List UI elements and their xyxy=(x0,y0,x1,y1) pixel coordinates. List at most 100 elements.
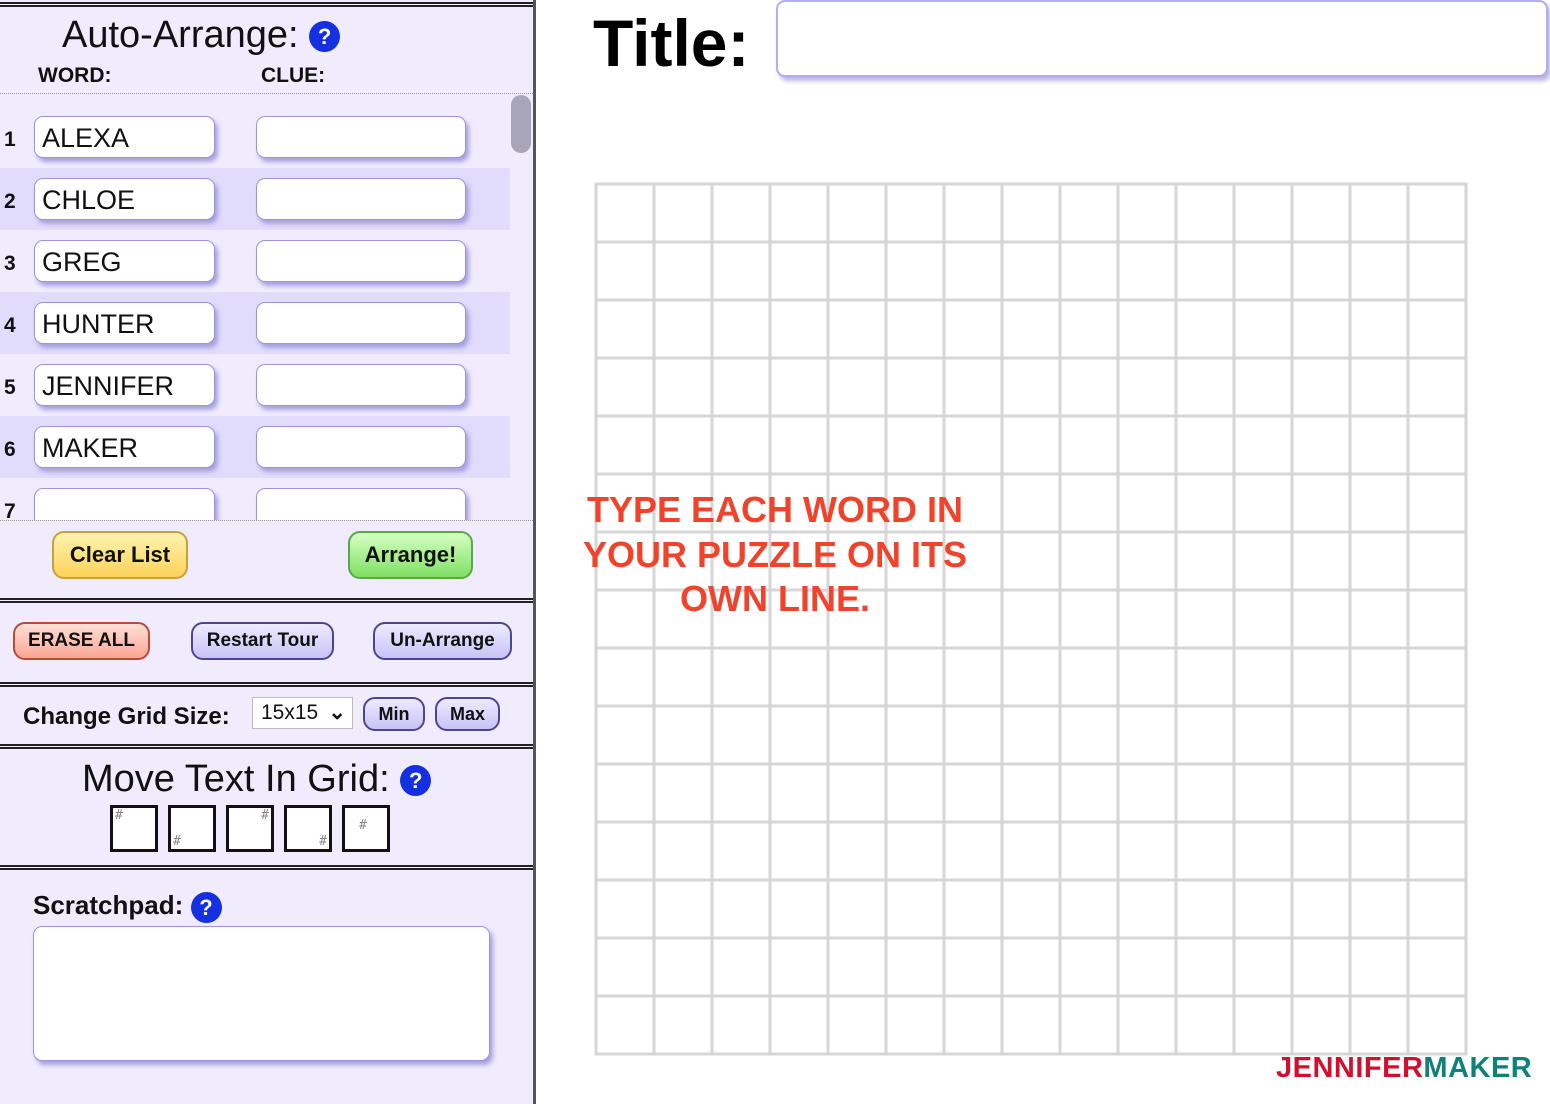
grid-cell[interactable] xyxy=(942,704,1004,766)
grid-cell[interactable] xyxy=(1000,704,1062,766)
grid-cell[interactable] xyxy=(1058,588,1120,650)
grid-cell[interactable] xyxy=(1232,182,1294,244)
grid-cell[interactable] xyxy=(1058,182,1120,244)
grid-cell[interactable] xyxy=(1000,820,1062,882)
grid-cell[interactable] xyxy=(1116,820,1178,882)
grid-cell[interactable] xyxy=(594,298,656,360)
grid-cell[interactable] xyxy=(594,936,656,998)
grid-cell[interactable] xyxy=(1232,530,1294,592)
grid-cell[interactable] xyxy=(1232,356,1294,418)
grid-cell[interactable] xyxy=(826,182,888,244)
grid-cell[interactable] xyxy=(1348,356,1410,418)
grid-cell[interactable] xyxy=(826,646,888,708)
grid-cell[interactable] xyxy=(1116,414,1178,476)
grid-cell[interactable] xyxy=(1406,936,1468,998)
grid-cell[interactable] xyxy=(710,414,772,476)
grid-cell[interactable] xyxy=(1232,936,1294,998)
grid-cell[interactable] xyxy=(826,356,888,418)
grid-cell[interactable] xyxy=(884,704,946,766)
grid-cell[interactable] xyxy=(652,298,714,360)
grid-cell[interactable] xyxy=(710,298,772,360)
clue-input[interactable] xyxy=(256,364,466,406)
grid-cell[interactable] xyxy=(826,762,888,824)
grid-cell[interactable] xyxy=(1058,762,1120,824)
word-input[interactable] xyxy=(34,488,215,520)
grid-cell[interactable] xyxy=(826,878,888,940)
grid-cell[interactable] xyxy=(594,820,656,882)
grid-cell[interactable] xyxy=(942,298,1004,360)
grid-cell[interactable] xyxy=(826,994,888,1056)
grid-cell[interactable] xyxy=(652,820,714,882)
grid-cell[interactable] xyxy=(1290,994,1352,1056)
grid-cell[interactable] xyxy=(1000,762,1062,824)
grid-cell[interactable] xyxy=(1348,936,1410,998)
grid-cell[interactable] xyxy=(1232,820,1294,882)
word-input[interactable]: CHLOE xyxy=(34,178,215,220)
grid-cell[interactable] xyxy=(826,936,888,998)
grid-cell[interactable] xyxy=(652,878,714,940)
grid-cell[interactable] xyxy=(1348,240,1410,302)
help-icon[interactable]: ? xyxy=(400,765,432,797)
grid-cell[interactable] xyxy=(1406,472,1468,534)
grid-cell[interactable] xyxy=(1116,530,1178,592)
grid-cell[interactable] xyxy=(652,704,714,766)
grid-cell[interactable] xyxy=(1174,646,1236,708)
grid-cell[interactable] xyxy=(1174,240,1236,302)
grid-cell[interactable] xyxy=(1174,298,1236,360)
grid-cell[interactable] xyxy=(1058,356,1120,418)
grid-cell[interactable] xyxy=(1174,994,1236,1056)
grid-cell[interactable] xyxy=(942,240,1004,302)
grid-cell[interactable] xyxy=(1232,414,1294,476)
grid-cell[interactable] xyxy=(768,994,830,1056)
un-arrange-button[interactable]: Un-Arrange xyxy=(373,622,512,660)
grid-cell[interactable] xyxy=(884,762,946,824)
grid-cell[interactable] xyxy=(710,646,772,708)
grid-cell[interactable] xyxy=(1116,646,1178,708)
grid-cell[interactable] xyxy=(826,704,888,766)
grid-cell[interactable] xyxy=(942,646,1004,708)
clear-list-button[interactable]: Clear List xyxy=(52,531,188,579)
grid-cell[interactable] xyxy=(1406,588,1468,650)
grid-cell[interactable] xyxy=(652,936,714,998)
grid-cell[interactable] xyxy=(942,878,1004,940)
grid-cell[interactable] xyxy=(1058,472,1120,534)
grid-cell[interactable] xyxy=(1406,820,1468,882)
grid-cell[interactable] xyxy=(594,704,656,766)
grid-cell[interactable] xyxy=(1348,298,1410,360)
grid-cell[interactable] xyxy=(1116,182,1178,244)
grid-cell[interactable] xyxy=(1116,994,1178,1056)
grid-cell[interactable] xyxy=(884,820,946,882)
grid-cell[interactable] xyxy=(1232,762,1294,824)
grid-cell[interactable] xyxy=(768,820,830,882)
grid-cell[interactable] xyxy=(884,298,946,360)
word-input[interactable]: ALEXA xyxy=(34,116,215,158)
grid-cell[interactable] xyxy=(652,414,714,476)
grid-cell[interactable] xyxy=(1116,762,1178,824)
grid-cell[interactable] xyxy=(1290,472,1352,534)
grid-cell[interactable] xyxy=(1000,182,1062,244)
grid-cell[interactable] xyxy=(710,704,772,766)
grid-cell[interactable] xyxy=(652,994,714,1056)
grid-cell[interactable] xyxy=(1290,414,1352,476)
grid-cell[interactable] xyxy=(1058,240,1120,302)
grid-cell[interactable] xyxy=(826,820,888,882)
grid-cell[interactable] xyxy=(594,240,656,302)
min-button[interactable]: Min xyxy=(363,697,425,731)
grid-cell[interactable] xyxy=(1174,936,1236,998)
grid-cell[interactable] xyxy=(1290,588,1352,650)
grid-cell[interactable] xyxy=(1000,530,1062,592)
grid-cell[interactable] xyxy=(1058,530,1120,592)
grid-cell[interactable] xyxy=(1348,472,1410,534)
arrange-button[interactable]: Arrange! xyxy=(348,531,473,579)
grid-cell[interactable] xyxy=(1406,994,1468,1056)
move-top-left-button[interactable]: # xyxy=(110,805,158,852)
grid-cell[interactable] xyxy=(710,182,772,244)
grid-cell[interactable] xyxy=(942,356,1004,418)
grid-cell[interactable] xyxy=(768,704,830,766)
grid-cell[interactable] xyxy=(768,240,830,302)
grid-cell[interactable] xyxy=(1174,878,1236,940)
grid-cell[interactable] xyxy=(1116,588,1178,650)
grid-cell[interactable] xyxy=(594,356,656,418)
grid-cell[interactable] xyxy=(1116,704,1178,766)
grid-cell[interactable] xyxy=(1290,762,1352,824)
